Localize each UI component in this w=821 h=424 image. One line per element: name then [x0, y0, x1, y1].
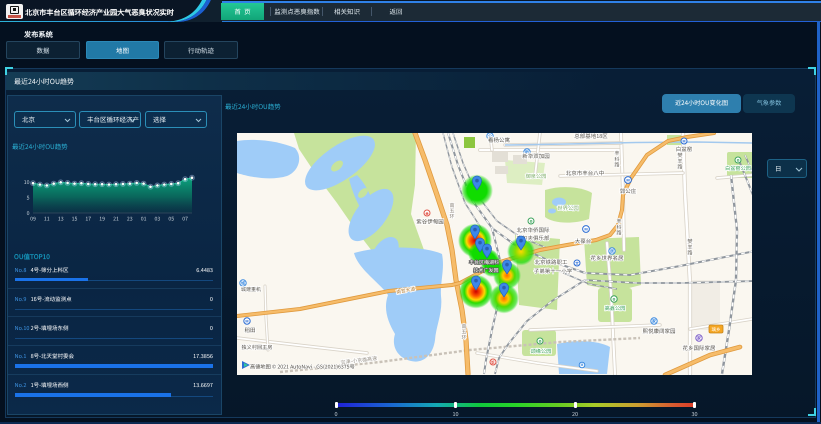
- svg-text:03: 03: [155, 216, 161, 223]
- svg-text:M: M: [581, 362, 584, 367]
- svg-text:北京市丰台八中: 北京市丰台八中: [566, 169, 605, 177]
- svg-text:✿: ✿: [539, 338, 542, 343]
- svg-text:白盆窑公园: 白盆窑公园: [725, 165, 751, 172]
- svg-text:09: 09: [30, 216, 36, 223]
- svg-text:17: 17: [85, 216, 91, 223]
- svg-text:23: 23: [127, 216, 133, 223]
- svg-text:颂缘公园: 颂缘公园: [531, 348, 552, 355]
- svg-text:丰台区梅湖科: 丰台区梅湖科: [469, 259, 499, 266]
- svg-text:郭公庄: 郭公庄: [620, 187, 637, 195]
- svg-text:✿: ✿: [737, 157, 740, 162]
- svg-text:5: 5: [27, 194, 30, 201]
- svg-text:11: 11: [44, 216, 50, 223]
- svg-text:花乡国际家居: 花乡国际家居: [682, 344, 716, 352]
- svg-text:15: 15: [72, 216, 78, 223]
- svg-text:21: 21: [113, 216, 119, 223]
- svg-text:大葆台: 大葆台: [575, 237, 592, 245]
- svg-text:文: 文: [574, 260, 579, 266]
- svg-text:樊羊路: 樊羊路: [677, 152, 683, 171]
- svg-text:饭: 饭: [490, 359, 495, 364]
- svg-text:熙悦康阔家园: 熙悦康阔家园: [642, 327, 676, 335]
- svg-text:北京华侨国际: 北京华侨国际: [516, 226, 550, 234]
- svg-text:南五环: 南五环: [461, 323, 466, 341]
- svg-text:南五环: 南五环: [449, 202, 454, 220]
- svg-text:10: 10: [24, 179, 30, 186]
- svg-text:高德地图 © 2021 AutoNavi - GS(2021: 高德地图 © 2021 AutoNavi - GS(2021)6375号: [250, 363, 355, 370]
- svg-text:✿: ✿: [530, 218, 533, 223]
- svg-text:看杨公寓: 看杨公寓: [488, 136, 511, 144]
- svg-text:北京铁路职工: 北京铁路职工: [534, 258, 568, 266]
- svg-text:新华双加园: 新华双加园: [522, 152, 550, 160]
- svg-text:城建重机: 城建重机: [241, 286, 261, 293]
- svg-text:13: 13: [58, 216, 64, 223]
- svg-text:子弟第十一小学: 子弟第十一小学: [534, 267, 573, 275]
- svg-text:高鑫公园: 高鑫公园: [605, 305, 626, 312]
- svg-text:M: M: [245, 319, 248, 324]
- svg-text:0: 0: [27, 210, 30, 217]
- svg-text:19: 19: [99, 216, 105, 223]
- svg-text:丰科路: 丰科路: [614, 150, 620, 169]
- svg-text:璃乡: 璃乡: [712, 326, 721, 333]
- svg-text:世界公园: 世界公园: [557, 204, 579, 212]
- svg-text:M: M: [683, 139, 686, 144]
- svg-text:技术广发园: 技术广发园: [473, 267, 498, 274]
- svg-text:花乡世界名居: 花乡世界名居: [590, 254, 624, 262]
- svg-text:紫谷伊甸园: 紫谷伊甸园: [416, 217, 444, 225]
- svg-text:丰科路: 丰科路: [616, 218, 622, 237]
- svg-text:01: 01: [141, 216, 147, 223]
- svg-text:樊羊路: 樊羊路: [687, 238, 693, 257]
- svg-text:御泉公园: 御泉公园: [526, 173, 547, 180]
- svg-text:07: 07: [182, 216, 188, 223]
- svg-text:总部基地18区: 总部基地18区: [574, 133, 608, 140]
- svg-text:稻田: 稻田: [244, 326, 255, 334]
- svg-text:独义村回王房: 独义村回王房: [241, 344, 272, 351]
- svg-text:◉: ◉: [426, 210, 429, 215]
- svg-text:05: 05: [168, 216, 174, 223]
